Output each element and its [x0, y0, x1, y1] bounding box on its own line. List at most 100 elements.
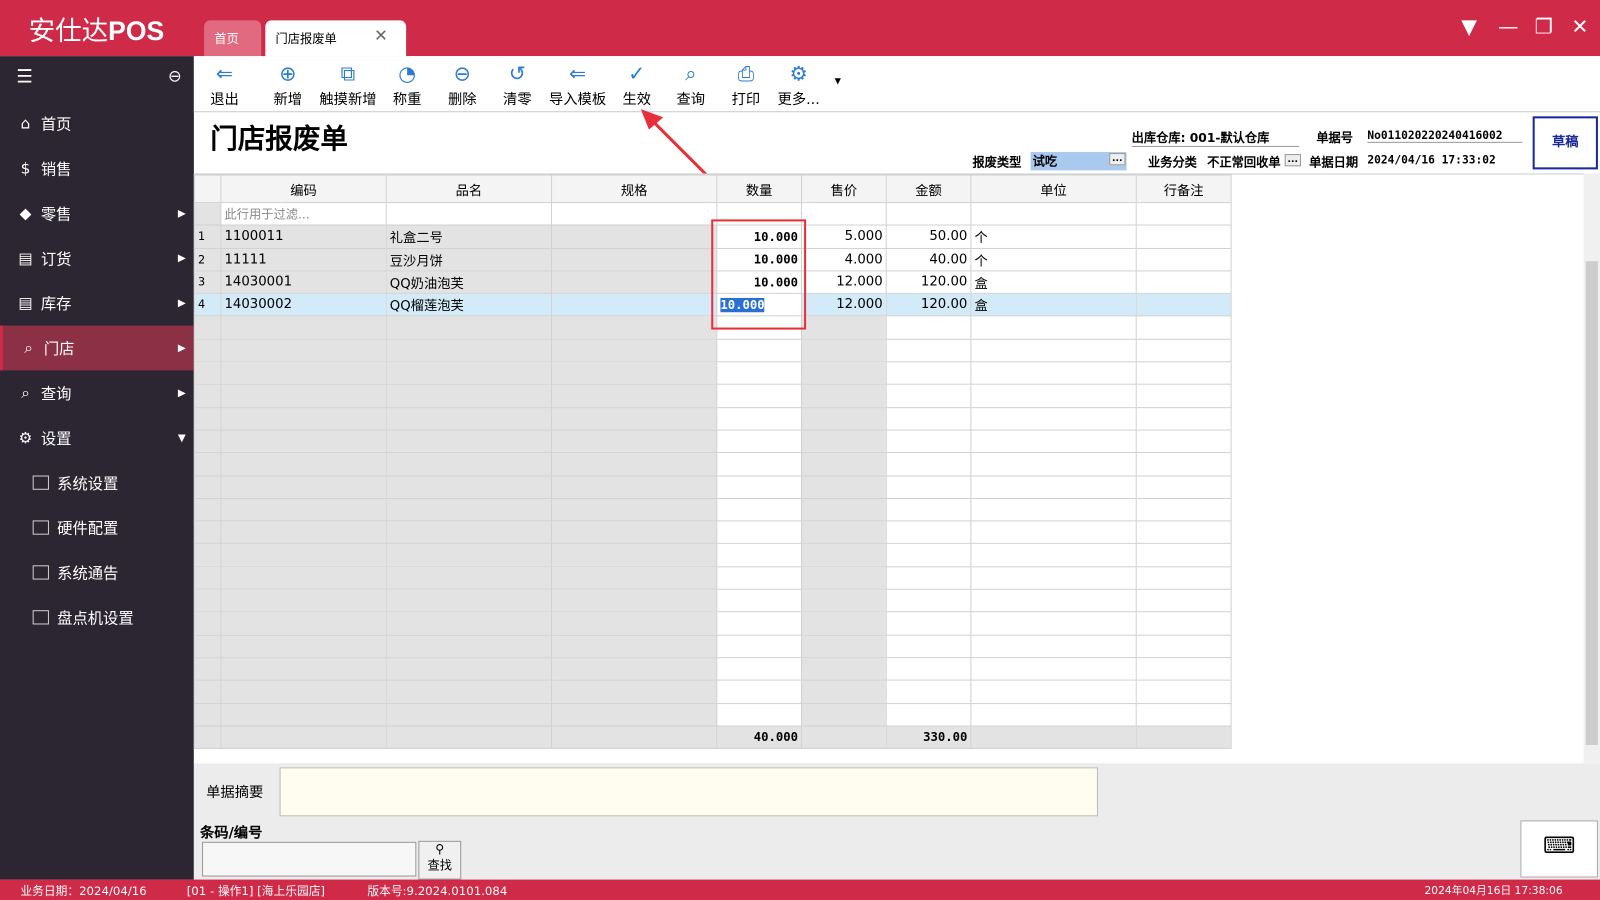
- remark-cell[interactable]: [1135, 293, 1232, 317]
- chevron-right-icon: ▶: [177, 387, 186, 399]
- col-unit[interactable]: 单位: [970, 174, 1137, 204]
- col-price[interactable]: 售价: [801, 174, 887, 204]
- barcode-input[interactable]: [202, 841, 417, 877]
- empty-cell: [193, 679, 222, 704]
- col-name[interactable]: 品名: [385, 174, 553, 204]
- empty-row: [193, 566, 1232, 590]
- name-cell[interactable]: QQ奶油泡芙: [385, 270, 553, 295]
- filter-input[interactable]: [885, 202, 972, 226]
- restore-icon[interactable]: ❐: [1535, 14, 1553, 38]
- spec-cell[interactable]: [551, 247, 718, 272]
- tab-store-scrap[interactable]: 门店报废单 ✕: [265, 20, 407, 57]
- filter-input[interactable]: [551, 202, 718, 226]
- amount-cell[interactable]: 120.00: [885, 270, 972, 295]
- col-amount[interactable]: 金额: [885, 174, 972, 204]
- name-cell[interactable]: 豆沙月饼: [385, 247, 553, 272]
- spec-cell[interactable]: [551, 293, 718, 317]
- name-cell[interactable]: QQ榴莲泡芙: [385, 293, 553, 317]
- sidebar-item-query[interactable]: ⌕ 查询 ▶: [0, 370, 194, 415]
- sidebar-sub-notice[interactable]: 系统通告: [0, 550, 194, 595]
- empty-row: [193, 657, 1232, 681]
- ellipsis-button[interactable]: ...: [1108, 153, 1126, 166]
- memo-label: 单据摘要: [206, 784, 264, 802]
- col-spec[interactable]: 规格: [551, 174, 718, 204]
- sidebar-item-retail[interactable]: ◆ 零售 ▶: [0, 191, 194, 236]
- amount-cell[interactable]: 40.00: [885, 247, 972, 272]
- filter-input[interactable]: [970, 202, 1137, 226]
- sidebar-sub-system-settings[interactable]: 系统设置: [0, 460, 194, 505]
- remark-cell[interactable]: [1135, 270, 1232, 295]
- clear-button[interactable]: ↺ 清零: [503, 62, 532, 109]
- memo-textarea[interactable]: [279, 767, 1098, 817]
- delete-button[interactable]: ⊖ 删除: [448, 62, 477, 109]
- empty-cell: [551, 338, 718, 363]
- overflow-chevron-icon[interactable]: ▼: [835, 77, 841, 86]
- exit-button[interactable]: ⇐ 退出: [210, 62, 239, 109]
- dropdown-icon[interactable]: ▼: [1461, 14, 1477, 38]
- remark-cell[interactable]: [1135, 247, 1232, 272]
- col-remark[interactable]: 行备注: [1135, 174, 1232, 204]
- chevron-right-icon: ▶: [177, 207, 186, 219]
- minimize-icon[interactable]: —: [1498, 14, 1518, 38]
- code-cell[interactable]: 11111: [220, 247, 387, 272]
- empty-cell: [1135, 702, 1232, 727]
- price-cell[interactable]: 12.000: [801, 293, 887, 317]
- filter-input[interactable]: [385, 202, 553, 226]
- empty-cell: [885, 338, 972, 363]
- price-cell[interactable]: 5.000: [801, 224, 887, 249]
- spec-cell[interactable]: [551, 224, 718, 249]
- empty-cell: [970, 679, 1137, 704]
- tab-home[interactable]: 首页: [204, 20, 262, 57]
- code-cell[interactable]: 14030001: [220, 270, 387, 295]
- sidebar-sub-counter[interactable]: 盘点机设置: [0, 595, 194, 640]
- find-button[interactable]: ⚲ 查找: [418, 840, 462, 880]
- empty-cell: [193, 452, 222, 477]
- spec-cell[interactable]: [551, 270, 718, 295]
- import-template-button[interactable]: ⇐ 导入模板: [549, 62, 606, 109]
- biz-category-select[interactable]: 不正常回收单...: [1207, 153, 1302, 170]
- query-button[interactable]: ⌕ 查询: [677, 62, 706, 109]
- close-tab-icon[interactable]: ✕: [374, 26, 388, 45]
- sidebar-item-stock[interactable]: ▤ 库存 ▶: [0, 281, 194, 326]
- name-cell[interactable]: 礼盒二号: [385, 224, 553, 249]
- amount-cell[interactable]: 120.00: [885, 293, 972, 317]
- filter-input[interactable]: [801, 202, 887, 226]
- empty-cell: [801, 702, 887, 727]
- activate-button[interactable]: ✓ 生效: [622, 62, 651, 109]
- col-code[interactable]: 编码: [220, 174, 387, 204]
- print-button[interactable]: ⎙ 打印: [732, 62, 761, 109]
- more-button[interactable]: ⚙ 更多...: [778, 62, 820, 109]
- weigh-button[interactable]: ◔ 称重: [393, 62, 422, 109]
- code-cell[interactable]: 1100011: [220, 224, 387, 249]
- unit-cell[interactable]: 个: [970, 247, 1137, 272]
- empty-cell: [801, 679, 887, 704]
- price-cell[interactable]: 12.000: [801, 270, 887, 295]
- collapse-icon[interactable]: ⊖: [168, 66, 182, 85]
- filter-input[interactable]: 此行用于过滤...: [220, 202, 387, 226]
- col-qty[interactable]: 数量: [716, 174, 803, 204]
- price-cell[interactable]: 4.000: [801, 247, 887, 272]
- sidebar-sub-hardware[interactable]: 硬件配置: [0, 505, 194, 550]
- ellipsis-button[interactable]: ...: [1284, 154, 1302, 167]
- unit-cell[interactable]: 盒: [970, 293, 1137, 317]
- unit-cell[interactable]: 盒: [970, 270, 1137, 295]
- filter-input[interactable]: [1135, 202, 1232, 226]
- close-icon[interactable]: ✕: [1571, 14, 1588, 38]
- sidebar-item-sales[interactable]: $ 销售: [0, 146, 194, 191]
- sidebar-item-order[interactable]: ▤ 订货 ▶: [0, 236, 194, 281]
- keyboard-button[interactable]: ⌨: [1520, 820, 1598, 878]
- sidebar-item-home[interactable]: ⌂ 首页: [0, 101, 194, 146]
- unit-cell[interactable]: 个: [970, 224, 1137, 249]
- amount-cell[interactable]: 50.00: [885, 224, 972, 249]
- add-button[interactable]: ⊕ 新增: [273, 62, 302, 109]
- sidebar-item-store[interactable]: ⌕ 门店 ▶: [0, 325, 194, 371]
- code-cell[interactable]: 14030002: [220, 293, 387, 317]
- vertical-scrollbar[interactable]: [1583, 173, 1600, 764]
- title-bar: 安仕达POS 首页 门店报废单 ✕ ▼ — ❐ ✕: [0, 0, 1600, 57]
- scrap-type-select[interactable]: 试吃...: [1030, 152, 1127, 171]
- remark-cell[interactable]: [1135, 224, 1232, 249]
- sidebar-item-settings[interactable]: ⚙ 设置 ▼: [0, 415, 194, 460]
- touch-add-button[interactable]: ⧉ 触摸新增: [319, 62, 376, 109]
- menu-icon[interactable]: ☰: [16, 66, 32, 87]
- window-icon: [32, 565, 49, 580]
